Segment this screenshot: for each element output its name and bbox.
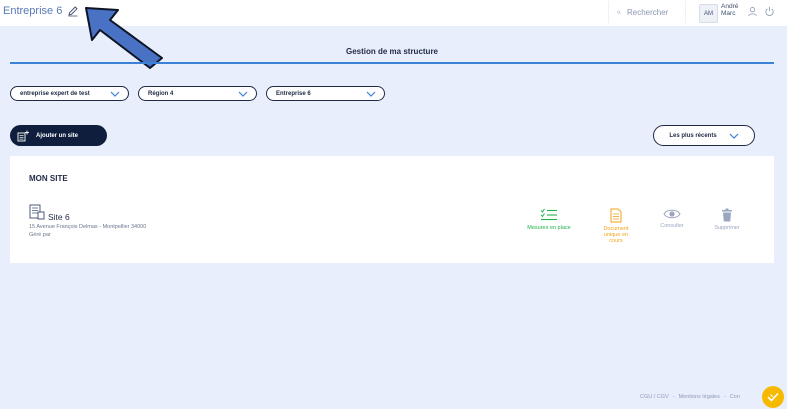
help-chat-button[interactable]: [762, 386, 784, 408]
filter-entity-value: Entreprise 6: [276, 90, 311, 97]
trash-icon: [722, 208, 732, 222]
site-manager: Géré par: [29, 232, 51, 238]
sort-dropdown[interactable]: Les plus récents: [653, 125, 755, 146]
footer: CGU / CGV - Mentions légales - Con: [640, 394, 740, 400]
chevron-down-icon: [366, 91, 376, 97]
building-document-icon: [29, 204, 45, 220]
card-heading: MON SITE: [29, 174, 68, 183]
edit-pencil-icon[interactable]: [67, 5, 79, 17]
sort-value: Les plus récents: [669, 132, 717, 139]
site-name[interactable]: Site 6: [48, 212, 70, 222]
checklist-icon: [540, 208, 557, 221]
user-first-name: André: [721, 3, 739, 10]
search-icon: [617, 10, 621, 14]
footer-cgu-link[interactable]: CGU / CGV: [640, 394, 669, 400]
chevron-down-icon: [110, 91, 120, 97]
filter-company-value: entreprise expert de test: [20, 90, 90, 97]
footer-contact-link[interactable]: Con: [730, 394, 740, 400]
add-document-icon: [17, 130, 29, 141]
search-input[interactable]: [625, 6, 685, 18]
add-site-label: Ajouter un site: [36, 132, 79, 139]
site-card: MON SITE Site 6 15 Avenue François Delma…: [10, 156, 774, 263]
search-box[interactable]: [608, 1, 686, 23]
delete-action[interactable]: Supprimer: [697, 208, 757, 231]
filter-region-value: Région 4: [148, 90, 174, 97]
consult-action[interactable]: Consulter: [642, 208, 702, 229]
eye-icon: [663, 209, 681, 219]
chevron-down-icon: [238, 91, 248, 97]
delete-label: Supprimer: [714, 225, 740, 231]
annotation-arrow-icon: [85, 7, 163, 69]
filter-region-dropdown[interactable]: Région 4: [138, 86, 257, 101]
footer-legal-link[interactable]: Mentions légales: [679, 394, 720, 400]
company-name: Entreprise 6: [3, 5, 63, 17]
measures-action[interactable]: Mesures en place: [519, 208, 579, 231]
add-site-button[interactable]: Ajouter un site: [10, 125, 107, 146]
user-name: André Marc: [721, 3, 738, 17]
page-title: Gestion de ma structure: [345, 47, 439, 56]
avatar[interactable]: AM: [699, 4, 718, 23]
document-icon: [610, 208, 622, 223]
consult-label: Consulter: [660, 223, 684, 229]
company-title: Entreprise 6: [3, 5, 79, 17]
measures-label: Mesures en place: [527, 225, 571, 231]
logout-power-icon[interactable]: [764, 6, 775, 17]
chevron-down-icon: [729, 133, 739, 139]
filter-entity-dropdown[interactable]: Entreprise 6: [266, 86, 385, 101]
user-profile-icon[interactable]: [747, 6, 758, 17]
site-address: 15 Avenue François Delmas - Montpellier …: [29, 224, 147, 230]
title-divider: [10, 62, 774, 64]
filter-company-dropdown[interactable]: entreprise expert de test: [10, 86, 129, 101]
document-action[interactable]: Document unique en cours: [586, 208, 646, 244]
checkmark-icon: [767, 392, 779, 402]
document-label: Document unique en cours: [603, 226, 629, 244]
user-last-name: Marc: [721, 10, 736, 17]
